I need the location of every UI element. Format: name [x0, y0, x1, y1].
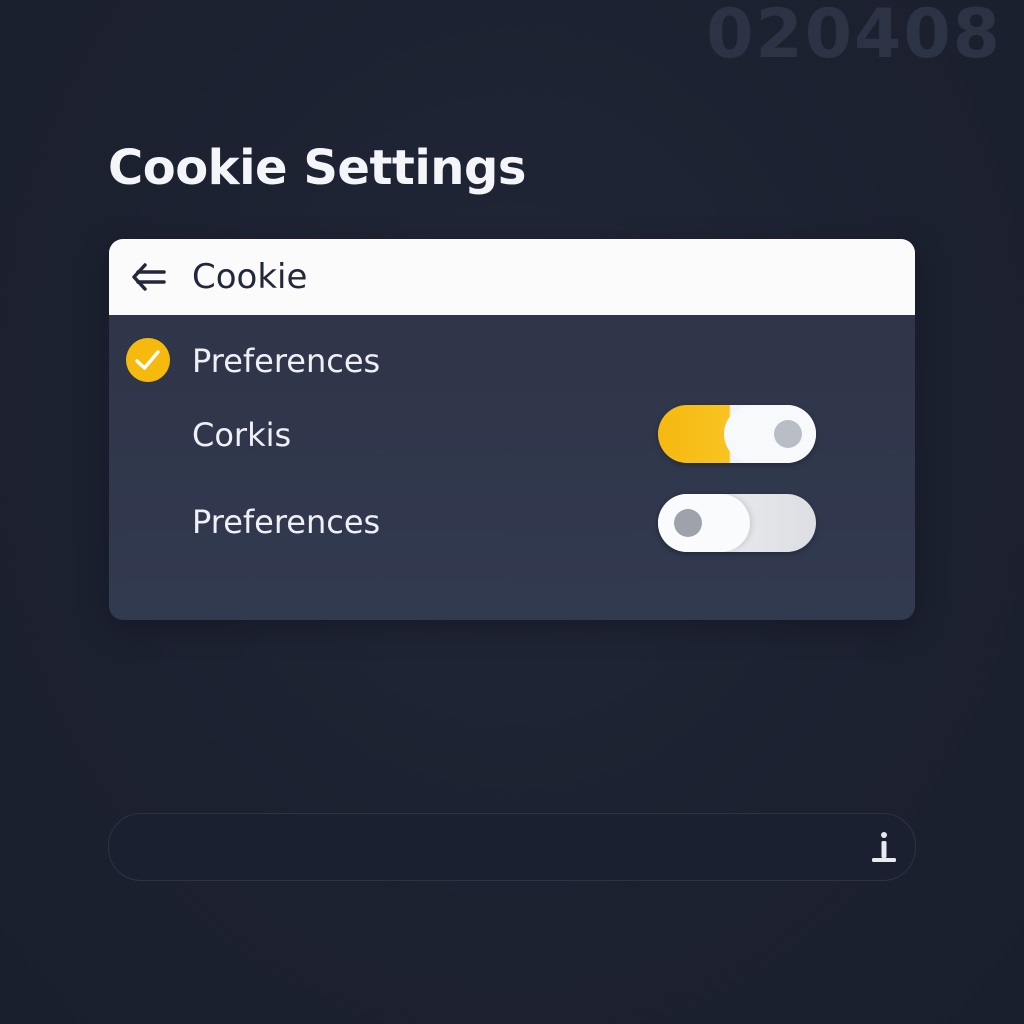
- toggle-knob-dot: [774, 420, 802, 448]
- row-label-preferences-header: Preferences: [192, 342, 381, 380]
- arrow-left-icon[interactable]: [129, 259, 169, 295]
- corkis-toggle[interactable]: [658, 405, 816, 463]
- panel-header: Cookie: [109, 239, 915, 315]
- row-label-corkis: Corkis: [192, 416, 292, 454]
- row-label-preferences: Preferences: [192, 503, 381, 541]
- panel-header-title: Cookie: [192, 257, 308, 297]
- bottom-input-bar[interactable]: [108, 813, 916, 881]
- info-icon[interactable]: [869, 830, 899, 864]
- watermark-number: 020408: [706, 0, 1002, 74]
- cookie-settings-screen: 020408 Cookie Settings Cookie Preference…: [0, 0, 1024, 1024]
- toggle-knob: [658, 494, 750, 552]
- cookie-settings-panel: Cookie Preferences Corkis Preferences: [109, 239, 915, 620]
- toggle-knob: [724, 405, 816, 463]
- preferences-toggle[interactable]: [658, 494, 816, 552]
- check-circle-icon: [125, 337, 171, 383]
- toggle-knob-dot: [674, 509, 702, 537]
- page-title: Cookie Settings: [108, 140, 526, 196]
